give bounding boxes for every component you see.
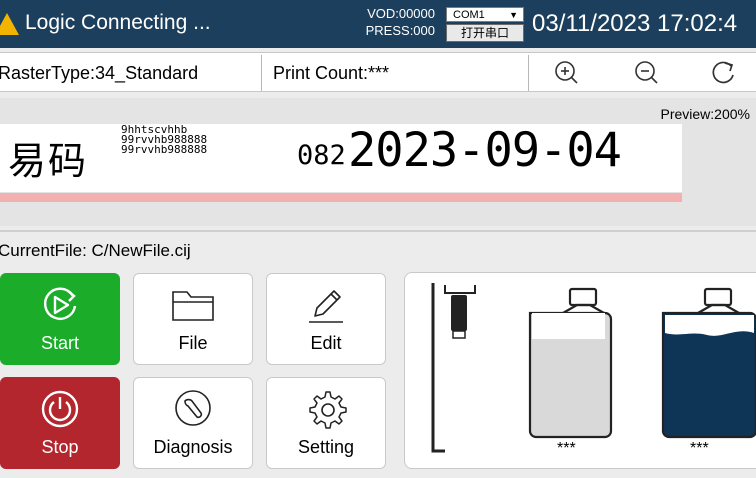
gear-icon: [309, 391, 347, 429]
setting-label: Setting: [297, 437, 355, 457]
preview-canvas: 易码 9hhtscvhhb 99rvvhb988888 99rvvhb98888…: [0, 124, 682, 192]
stop-button[interactable]: Stop: [0, 377, 120, 469]
raster-type: RasterType:34_Standard: [0, 63, 199, 83]
warning-icon: [0, 13, 19, 35]
zoom-in-icon[interactable]: [547, 58, 587, 88]
port-select-value: COM1: [453, 9, 485, 21]
edit-button[interactable]: Edit: [266, 273, 386, 365]
print-count: Print Count:***: [273, 63, 390, 83]
preview-zoom-label: Preview:200%: [660, 106, 751, 122]
info-bar: RasterType:34_Standard Print Count:***: [0, 52, 756, 92]
divider: [261, 55, 262, 91]
refresh-icon[interactable]: [705, 58, 745, 88]
connection-status: Logic Connecting ...: [25, 11, 211, 34]
preview-line: 99rvvhb988888: [121, 143, 208, 156]
divider: [528, 55, 529, 91]
preview-date: 2023-09-04: [348, 123, 622, 178]
current-file: CurrentFile: C/NewFile.cij: [0, 241, 191, 260]
divider: [0, 230, 756, 232]
ink-bottle-icon: [661, 287, 756, 439]
vod-value: VOD:00000: [367, 6, 435, 21]
edit-label: Edit: [310, 333, 342, 353]
solvent-bottle-icon: [528, 287, 613, 439]
preview-small-text: 9hhtscvhhb 99rvvhb988888 99rvvhb988888: [121, 124, 208, 156]
port-select[interactable]: COM1 ▼: [446, 7, 524, 22]
zoom-out-icon[interactable]: [627, 58, 667, 88]
file-button[interactable]: File: [133, 273, 253, 365]
solvent-level: ***: [557, 440, 576, 457]
press-value: PRESS:000: [365, 23, 435, 38]
vod-press-readout: VOD:00000 PRESS:000: [340, 5, 435, 39]
folder-icon: [172, 291, 214, 321]
diagnosis-label: Diagnosis: [153, 437, 233, 457]
ink-level: ***: [690, 440, 709, 457]
open-port-button[interactable]: 打开串口: [446, 24, 524, 42]
setting-button[interactable]: Setting: [266, 377, 386, 469]
pencil-icon: [309, 290, 343, 323]
wrench-icon: [175, 390, 211, 426]
preview-progress-bar: [0, 193, 682, 202]
start-label: Start: [40, 333, 79, 353]
diagnosis-button[interactable]: Diagnosis: [133, 377, 253, 469]
title-bar: Logic Connecting ... VOD:00000 PRESS:000…: [0, 0, 756, 48]
start-button[interactable]: Start: [0, 273, 120, 365]
chevron-down-icon: ▼: [509, 10, 518, 20]
stop-label: Stop: [41, 437, 79, 457]
play-circle-icon: [43, 287, 77, 320]
datetime: 03/11/2023 17:02:4: [532, 10, 738, 37]
power-icon: [41, 390, 79, 428]
preview-number: 082: [297, 140, 346, 171]
preview-cn-text: 易码: [8, 139, 89, 183]
printer-screen: { "titlebar": { "status_text": "Logic Co…: [0, 0, 756, 478]
file-label: File: [178, 333, 208, 353]
ink-status-panel: *** ***: [404, 272, 756, 469]
print-preview: Preview:200% 易码 9hhtscvhhb 99rvvhb988888…: [0, 98, 756, 226]
